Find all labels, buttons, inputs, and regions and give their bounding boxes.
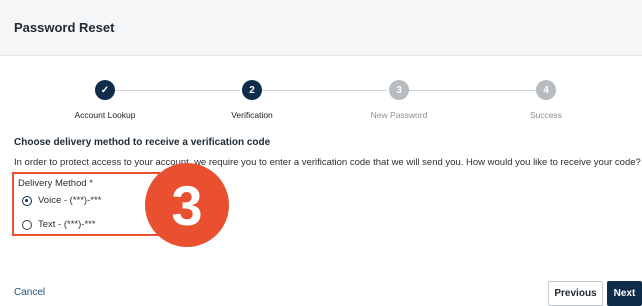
page-header: Password Reset [0,0,642,56]
radio-button-voice[interactable] [22,195,32,206]
page-title: Password Reset [14,20,115,35]
step-1-label: Account Lookup [74,110,136,120]
step-connector [409,90,536,91]
step-connector [115,90,240,91]
progress-stepper: ✓ Account Lookup 2 Verification 3 New Pa… [0,78,642,128]
radio-button-text[interactable] [22,219,32,230]
step-2-number: 2 [242,80,262,100]
radio-option-voice[interactable]: Voice - (***)-*** [22,195,101,206]
step-3-number: 3 [389,80,409,100]
delivery-method-label: Delivery Method * [18,178,93,189]
next-button[interactable]: Next [607,281,642,306]
step-3-label: New Password [370,110,428,120]
previous-button[interactable]: Previous [548,281,603,306]
annotation-number-badge: 3 [145,163,229,247]
radio-label-voice: Voice - (***)-*** [38,195,102,206]
step-4-label: Success [529,110,563,120]
step-connector [262,90,387,91]
section-description: In order to protect access to your accou… [14,157,641,168]
cancel-link[interactable]: Cancel [14,287,45,298]
radio-label-text: Text - (***)-*** [38,219,96,230]
step-1-check-icon: ✓ [95,80,115,100]
radio-option-text[interactable]: Text - (***)-*** [22,219,96,230]
step-2-label: Verification [231,110,273,120]
step-4-number: 4 [536,80,556,100]
section-title: Choose delivery method to receive a veri… [14,137,271,148]
